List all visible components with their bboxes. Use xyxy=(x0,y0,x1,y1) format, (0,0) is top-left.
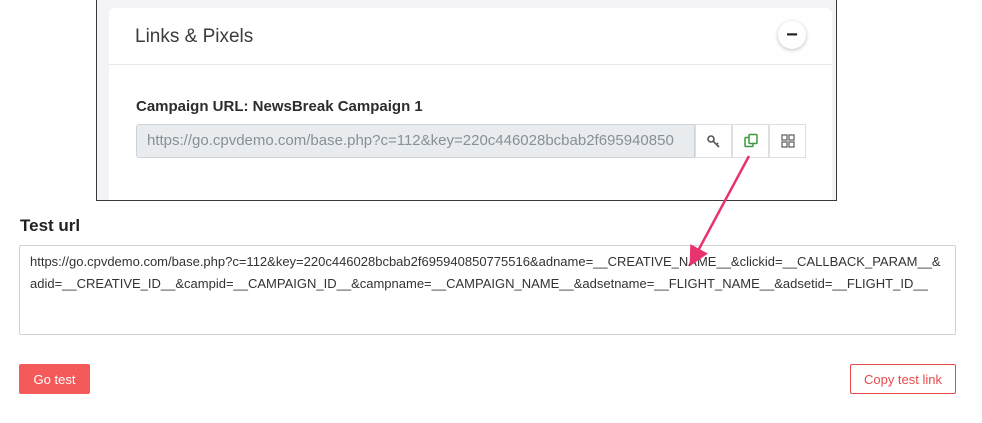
copy-url-button[interactable] xyxy=(732,124,769,158)
campaign-url-label: Campaign URL: NewsBreak Campaign 1 xyxy=(136,98,423,115)
key-button[interactable] xyxy=(695,124,732,158)
qr-code-icon xyxy=(780,134,795,148)
minus-icon: − xyxy=(786,24,798,46)
collapse-button[interactable]: − xyxy=(778,21,806,49)
links-pixels-screenshot: Links & Pixels − Campaign URL: NewsBreak… xyxy=(96,0,837,201)
test-url-heading: Test url xyxy=(20,216,81,235)
test-url-field[interactable]: https://go.cpvdemo.com/base.php?c=112&ke… xyxy=(19,245,956,335)
card-title: Links & Pixels xyxy=(135,26,254,47)
qr-code-button[interactable] xyxy=(769,124,806,158)
campaign-url-input[interactable]: https://go.cpvdemo.com/base.php?c=112&ke… xyxy=(136,124,695,158)
key-icon xyxy=(706,135,720,148)
copy-test-link-button[interactable]: Copy test link xyxy=(850,364,956,394)
copy-icon xyxy=(743,133,758,148)
links-pixels-card: Links & Pixels − Campaign URL: NewsBreak… xyxy=(109,8,832,200)
go-test-button[interactable]: Go test xyxy=(19,364,90,394)
card-header: Links & Pixels − xyxy=(109,8,832,65)
